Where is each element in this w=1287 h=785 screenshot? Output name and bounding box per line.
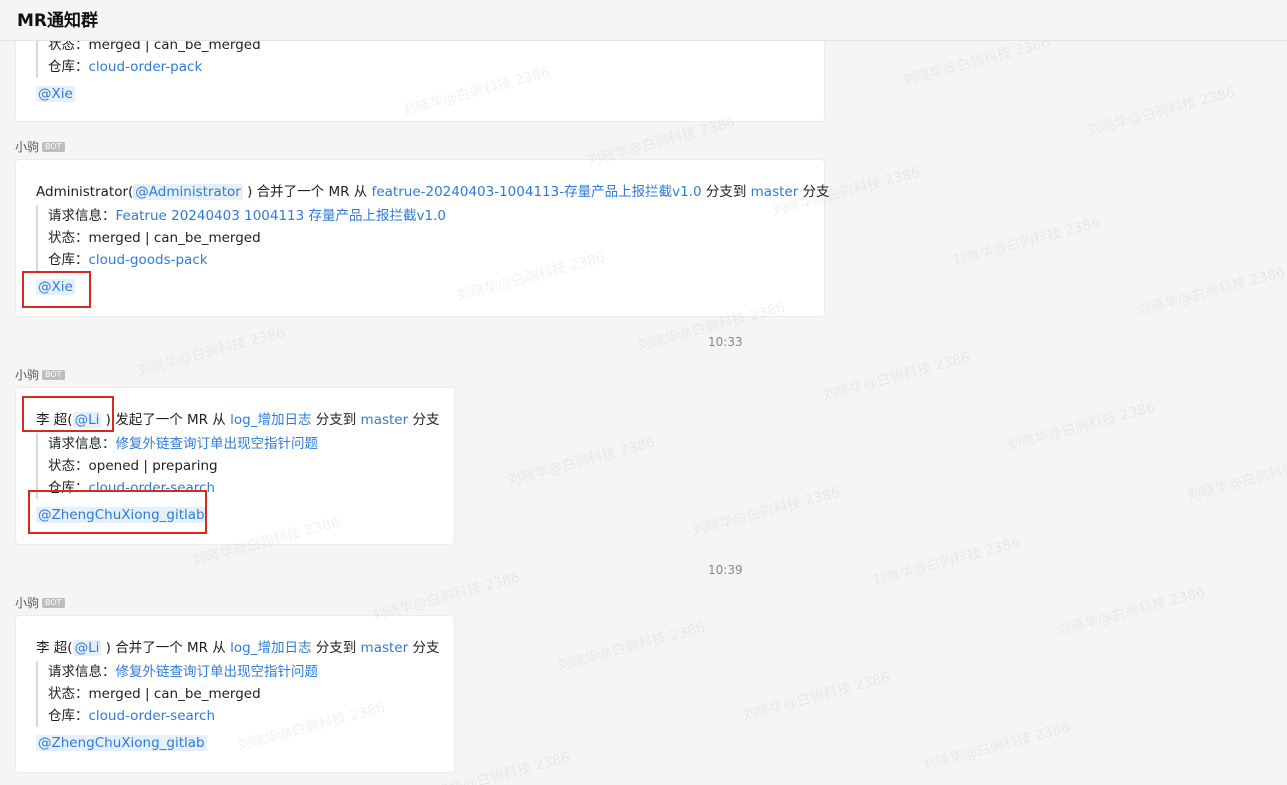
mr-info-block: 状态：merged | can_be_merged 仓库：cloud-order… <box>36 41 261 78</box>
mr-summary: 李 超(@Li ) 合并了一个 MR 从 log_增加日志 分支到 master… <box>36 636 439 656</box>
repo-row: 仓库：cloud-order-search <box>48 705 318 727</box>
watermark: 刘晓华@白驹科技 2386 <box>900 41 1052 90</box>
timestamp: 10:39 <box>708 563 743 577</box>
source-branch-link[interactable]: featrue-20240403-1004113-存量产品上报拦截v1.0 <box>372 184 702 200</box>
highlight-box <box>28 490 207 534</box>
mr-info-block: 请求信息：修复外链查询订单出现空指针问题 状态：merged | can_be_… <box>36 661 318 727</box>
mr-info-block: 请求信息：Featrue 20240403 1004113 存量产品上报拦截v1… <box>36 205 446 271</box>
repo-row: 仓库：cloud-order-pack <box>48 56 261 78</box>
request-label: 请求信息： <box>48 436 116 452</box>
request-label: 请求信息： <box>48 208 116 224</box>
watermark: 刘晓华@白驹科技 2386 <box>950 214 1102 270</box>
message-card: 李 超(@Li ) 合并了一个 MR 从 log_增加日志 分支到 master… <box>15 615 455 773</box>
status-label: 状态： <box>48 686 89 702</box>
highlight-box <box>22 271 91 308</box>
author-name: Administrator( <box>36 184 134 200</box>
tail-text: 分支 <box>408 412 440 428</box>
sender-line: 小驹 BOT <box>15 366 65 383</box>
timestamp: 10:33 <box>708 335 743 349</box>
status-row: 状态：opened | preparing <box>48 455 318 477</box>
tail-text: 分支 <box>408 640 440 656</box>
mention-line: @ZhengChuXiong_gitlab <box>36 735 207 751</box>
source-branch-link[interactable]: log_增加日志 <box>230 640 311 656</box>
bot-badge: BOT <box>42 369 65 380</box>
sender-line: 小驹 BOT <box>15 138 65 155</box>
watermark: 刘晓华@白驹科技 2386 <box>820 349 972 405</box>
request-row: 请求信息：修复外链查询订单出现空指针问题 <box>48 433 318 455</box>
target-branch-link[interactable]: master <box>361 412 409 428</box>
author-mention[interactable]: @Administrator <box>133 184 243 200</box>
request-link[interactable]: 修复外链查询订单出现空指针问题 <box>116 664 319 680</box>
status-label: 状态： <box>48 41 89 53</box>
bot-badge: BOT <box>42 141 65 152</box>
watermark: 刘晓华@白驹科技 2386 <box>920 719 1072 775</box>
request-row: 请求信息：Featrue 20240403 1004113 存量产品上报拦截v1… <box>48 205 446 227</box>
watermark: 刘晓华@白驹科技 2386 <box>555 619 707 675</box>
status-row: 状态：merged | can_be_merged <box>48 227 446 249</box>
user-mention[interactable]: @ZhengChuXiong_gitlab <box>36 735 207 751</box>
highlight-box <box>22 396 114 432</box>
request-link[interactable]: Featrue 20240403 1004113 存量产品上报拦截v1.0 <box>116 208 446 224</box>
status-value: merged | can_be_merged <box>88 686 261 702</box>
tail-text: 分支 <box>798 184 830 200</box>
status-value: merged | can_be_merged <box>88 230 261 246</box>
author-name: 李 超( <box>36 640 73 656</box>
watermark: 刘晓华@白驹科技 2386 <box>1135 264 1287 320</box>
action-text: ) 合并了一个 MR 从 <box>242 184 372 200</box>
status-row: 状态：merged | can_be_merged <box>48 683 318 705</box>
status-value: opened | preparing <box>88 458 218 474</box>
chat-header: MR通知群 <box>0 0 1287 41</box>
repo-label: 仓库： <box>48 252 89 268</box>
target-branch-link[interactable]: master <box>361 640 409 656</box>
chat-title: MR通知群 <box>17 11 99 31</box>
watermark: 刘晓华@白驹科技 2386 <box>505 434 657 490</box>
mention-line: @Xie <box>36 86 75 102</box>
repo-link[interactable]: cloud-goods-pack <box>89 252 208 268</box>
status-value: merged | can_be_merged <box>88 41 261 53</box>
repo-label: 仓库： <box>48 708 89 724</box>
source-branch-link[interactable]: log_增加日志 <box>230 412 311 428</box>
action-text: ) 合并了一个 MR 从 <box>101 640 231 656</box>
mr-summary: Administrator(@Administrator ) 合并了一个 MR … <box>36 180 830 200</box>
sender-name[interactable]: 小驹 <box>15 366 39 383</box>
status-label: 状态： <box>48 230 89 246</box>
user-mention[interactable]: @Xie <box>36 86 75 102</box>
repo-link[interactable]: cloud-order-pack <box>89 59 203 75</box>
watermark: 刘晓华@白驹科技 2386 <box>1185 450 1287 505</box>
action-text: ) 发起了一个 MR 从 <box>101 412 231 428</box>
watermark: 刘晓华@白驹科技 2386 <box>870 534 1022 590</box>
message-feed[interactable]: 状态：merged | can_be_merged 仓库：cloud-order… <box>0 41 1287 785</box>
author-mention[interactable]: @Li <box>72 640 102 656</box>
message-card: 状态：merged | can_be_merged 仓库：cloud-order… <box>15 41 825 122</box>
message-card: Administrator(@Administrator ) 合并了一个 MR … <box>15 159 830 317</box>
status-row: 状态：merged | can_be_merged <box>48 41 261 56</box>
repo-label: 仓库： <box>48 59 89 75</box>
watermark: 刘晓华@白驹科技 2386 <box>1085 84 1237 140</box>
bot-badge: BOT <box>42 597 65 608</box>
repo-link[interactable]: cloud-order-search <box>89 708 216 724</box>
watermark: 刘晓华@白驹科技 2386 <box>1005 399 1157 455</box>
request-row: 请求信息：修复外链查询订单出现空指针问题 <box>48 661 318 683</box>
watermark: 刘晓华@白驹科技 2386 <box>740 669 892 725</box>
request-link[interactable]: 修复外链查询订单出现空指针问题 <box>116 436 319 452</box>
watermark: 刘晓华@白驹科技 2386 <box>690 484 842 540</box>
watermark: 刘晓华@白驹科技 2386 <box>1055 584 1207 640</box>
to-text: 分支到 <box>311 412 361 428</box>
to-text: 分支到 <box>701 184 751 200</box>
sender-name[interactable]: 小驹 <box>15 138 39 155</box>
watermark: 刘晓华@白驹科技 2386 <box>135 324 287 380</box>
status-label: 状态： <box>48 458 89 474</box>
request-label: 请求信息： <box>48 664 116 680</box>
sender-name[interactable]: 小驹 <box>15 594 39 611</box>
target-branch-link[interactable]: master <box>751 184 799 200</box>
repo-row: 仓库：cloud-goods-pack <box>48 249 446 271</box>
to-text: 分支到 <box>311 640 361 656</box>
sender-line: 小驹 BOT <box>15 594 65 611</box>
